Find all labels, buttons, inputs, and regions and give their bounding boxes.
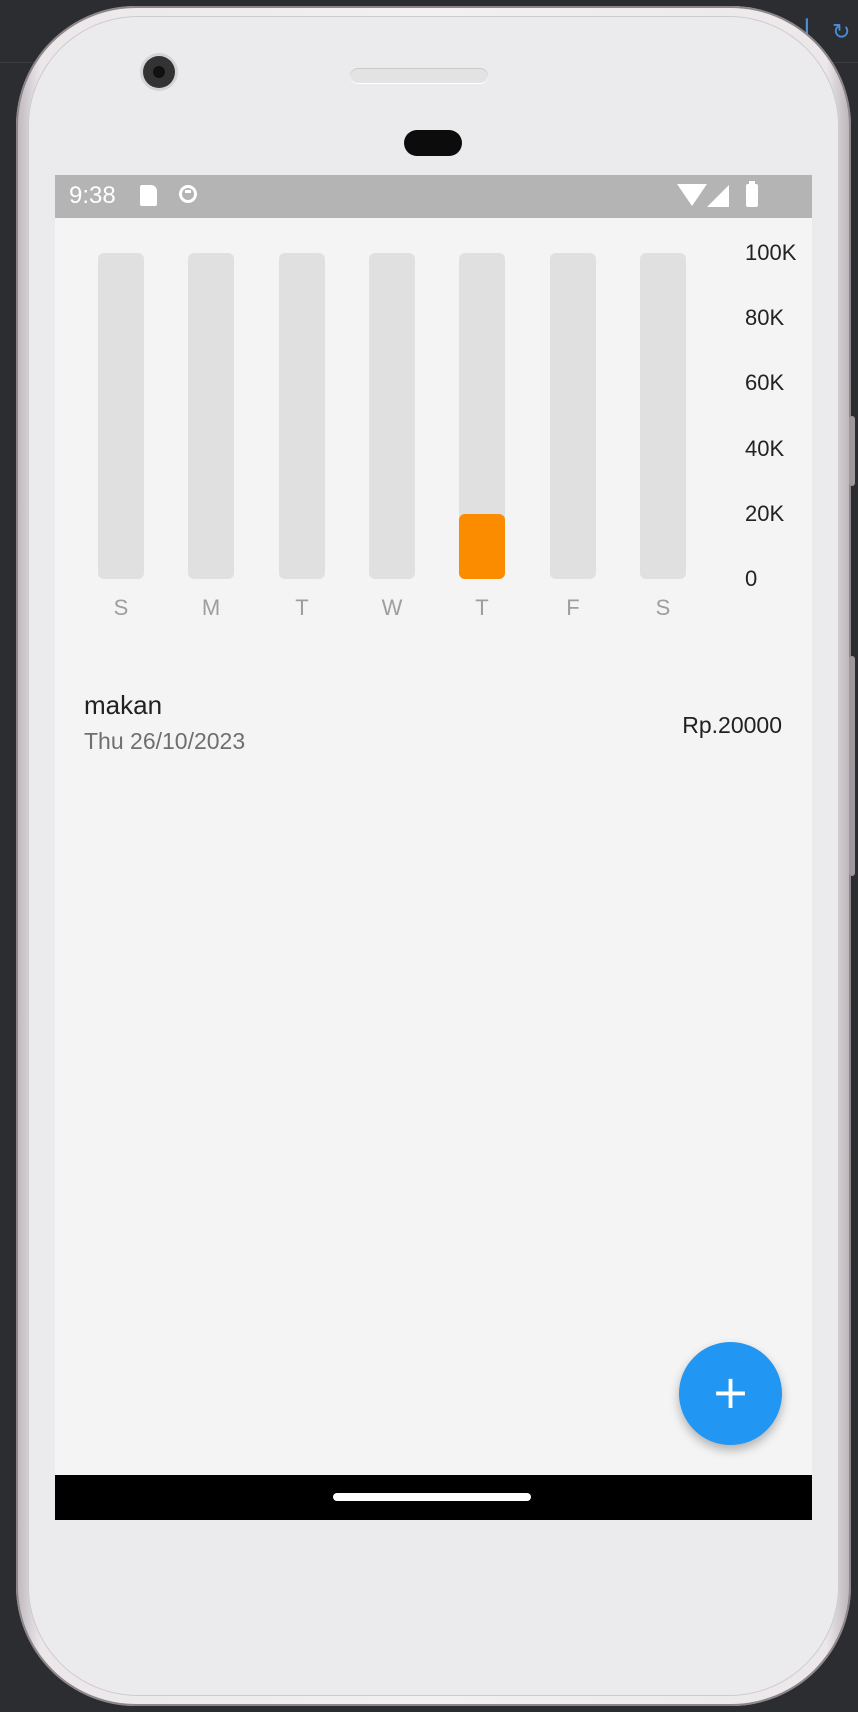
battery-icon <box>746 181 758 207</box>
bar-track-0 <box>98 253 144 579</box>
front-camera <box>143 56 175 88</box>
wifi-icon <box>677 184 707 206</box>
y-tick-label-1: 80K <box>745 305 785 330</box>
bar-track-5 <box>550 253 596 579</box>
bar-fill-4 <box>459 514 505 579</box>
transaction-title: makan <box>84 690 163 720</box>
cell-signal-icon <box>707 185 729 207</box>
navigation-bar <box>55 1475 812 1520</box>
status-bar: 9:38 <box>55 175 812 218</box>
bar-track-1 <box>188 253 234 579</box>
add-transaction-button[interactable]: + <box>679 1342 782 1445</box>
transaction-list-item[interactable]: makan Thu 26/10/2023 Rp.20000 <box>55 685 812 765</box>
power-button <box>849 656 855 876</box>
ide-refresh-icon[interactable]: ↻ <box>832 20 850 45</box>
day-label-3: W <box>381 595 403 620</box>
y-tick-label-4: 20K <box>745 501 785 526</box>
sd-card-icon <box>140 185 157 206</box>
y-tick-label-2: 60K <box>745 370 785 395</box>
volume-button <box>849 416 855 486</box>
bar-track-4 <box>459 253 505 579</box>
day-label-0: S <box>113 595 129 620</box>
app-screen: 9:38 S M T W T F S 100K 80K 60K 40K 20K 0 makan Thu … <box>55 175 812 1520</box>
y-tick-label-0: 100K <box>745 240 797 265</box>
status-time: 9:38 <box>69 182 116 209</box>
weekly-expense-chart: S M T W T F S 100K 80K 60K 40K 20K 0 <box>55 218 812 638</box>
earpiece-speaker <box>350 68 488 84</box>
transaction-amount: Rp.20000 <box>682 712 782 738</box>
notification-circle-icon <box>179 185 197 203</box>
transaction-date: Thu 26/10/2023 <box>84 728 246 754</box>
proximity-sensor <box>404 130 462 156</box>
home-gesture-handle[interactable] <box>333 1493 531 1501</box>
day-label-5: F <box>566 595 580 620</box>
day-label-1: M <box>201 595 221 620</box>
bar-track-3 <box>369 253 415 579</box>
y-tick-label-5: 0 <box>745 566 758 591</box>
day-label-6: S <box>655 595 671 620</box>
bar-track-2 <box>279 253 325 579</box>
bar-track-6 <box>640 253 686 579</box>
y-tick-label-3: 40K <box>745 436 785 461</box>
plus-icon: + <box>711 1365 750 1419</box>
day-label-2: T <box>295 595 309 620</box>
day-label-4: T <box>475 595 489 620</box>
